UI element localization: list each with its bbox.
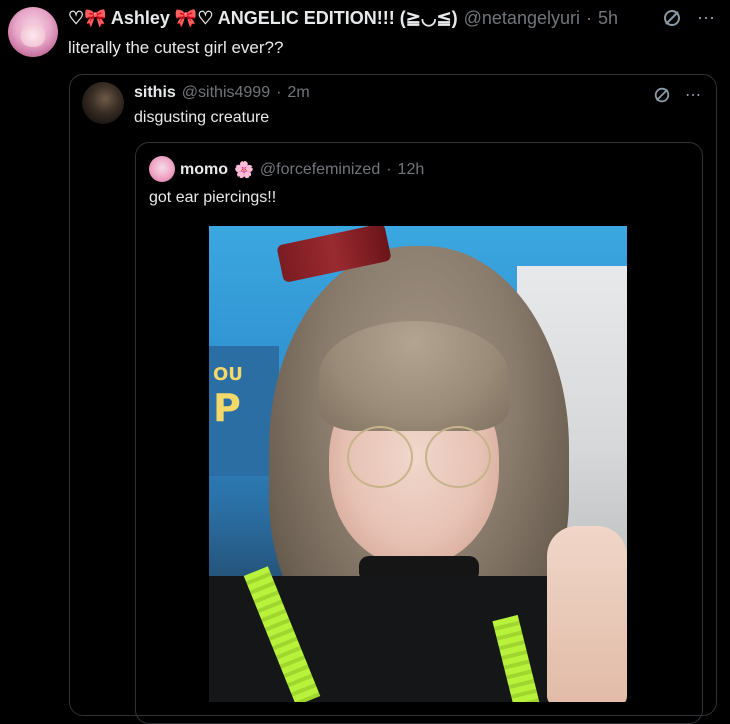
- glasses-lens: [425, 426, 491, 488]
- grok-icon[interactable]: [650, 84, 674, 106]
- media-image[interactable]: OU P: [209, 226, 627, 702]
- timestamp[interactable]: 5h: [598, 8, 618, 29]
- tweet-header: ♡🎀 Ashley 🎀♡ ANGELIC EDITION!!! (≧◡≦) @n…: [68, 8, 618, 29]
- sign-text: P: [213, 386, 241, 430]
- quote-text: got ear piercings!!: [149, 189, 277, 206]
- more-options-icon[interactable]: ⋯: [694, 6, 718, 30]
- more-options-icon[interactable]: ⋯: [681, 84, 705, 106]
- display-name[interactable]: momo: [180, 161, 228, 179]
- handle[interactable]: @forcefeminized: [260, 161, 380, 179]
- quote-header: sithis @sithis4999 · 2m: [134, 84, 310, 102]
- bangs: [319, 321, 509, 431]
- handle[interactable]: @netangelyuri: [464, 8, 580, 29]
- glasses-lens: [347, 426, 413, 488]
- avatar[interactable]: [149, 156, 175, 182]
- separator: ·: [276, 84, 282, 101]
- handle[interactable]: @sithis4999: [182, 84, 270, 102]
- quote-header: momo 🌸 @forcefeminized · 12h: [180, 160, 424, 180]
- badge-icon: 🌸: [234, 162, 254, 179]
- avatar[interactable]: [82, 82, 124, 124]
- timestamp[interactable]: 2m: [287, 84, 309, 102]
- tweet-text: literally the cutest girl ever??: [68, 38, 284, 57]
- hand: [547, 526, 627, 702]
- separator: ·: [585, 8, 592, 28]
- grok-icon[interactable]: [660, 6, 684, 30]
- display-name[interactable]: sithis: [134, 84, 176, 102]
- timestamp[interactable]: 12h: [398, 161, 425, 179]
- avatar[interactable]: [8, 7, 58, 57]
- sign-text: OU: [213, 364, 243, 385]
- display-name[interactable]: ♡🎀 Ashley 🎀♡ ANGELIC EDITION!!! (≧◡≦): [68, 8, 458, 29]
- separator: ·: [386, 161, 392, 178]
- quote-text: disgusting creature: [134, 109, 270, 126]
